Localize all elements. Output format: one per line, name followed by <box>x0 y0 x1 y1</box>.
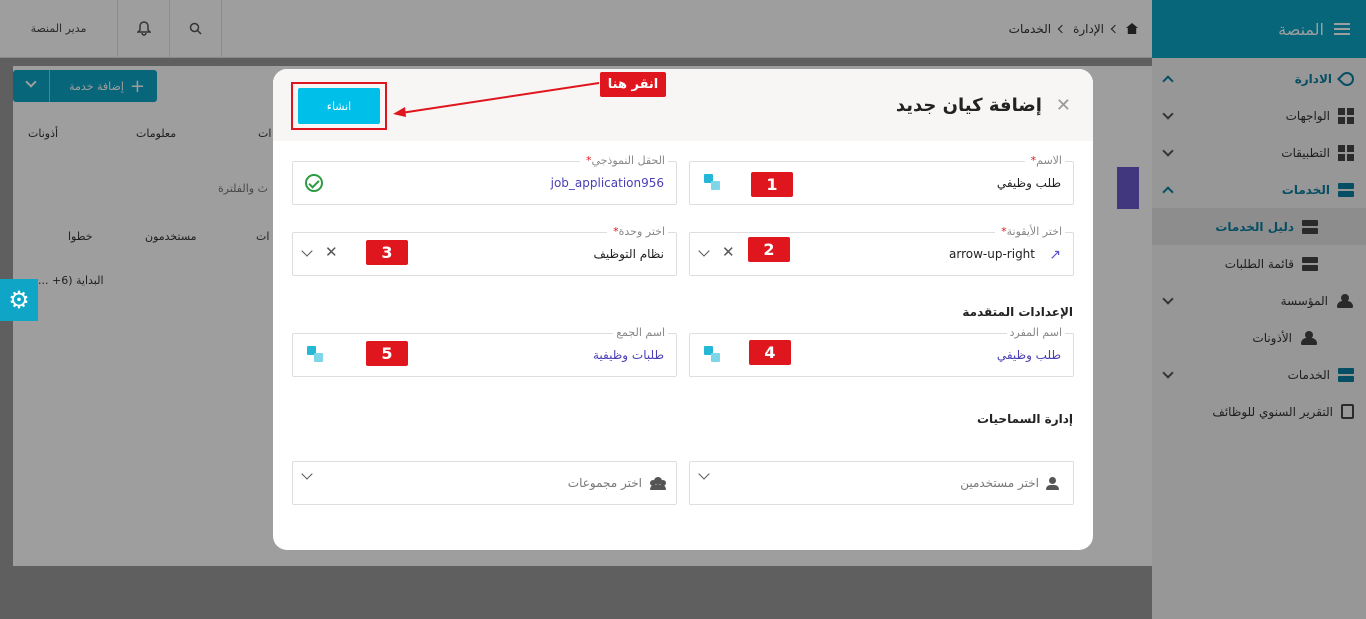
annotation-callout: انقر هنا <box>600 72 666 97</box>
field-label: الحقل النموذجي* <box>579 154 668 167</box>
section-title-advanced: الإعدادات المتقدمة <box>962 305 1073 319</box>
name-value: طلب وظيفي <box>996 176 1061 190</box>
add-entity-dialog: ✕ إضافة كيان جديد انشاء انقر هنا الاسم* … <box>273 69 1093 550</box>
translate-icon[interactable] <box>307 346 323 362</box>
icon-value: arrow-up-right <box>949 247 1035 261</box>
field-label: اسم الجمع <box>613 326 668 339</box>
clear-icon[interactable]: ✕ <box>325 245 338 260</box>
chevron-down-icon[interactable] <box>301 244 313 257</box>
annotation-badge: 5 <box>366 341 408 366</box>
model-field[interactable]: الحقل النموذجي* job_application956 <box>292 154 677 205</box>
annotation-highlight: انشاء <box>291 82 387 130</box>
check-circle-icon <box>305 174 323 192</box>
translate-icon[interactable] <box>704 346 720 362</box>
gear-icon[interactable]: ⚙ <box>0 279 38 321</box>
section-title-permissions: إدارة السماحيات <box>976 412 1073 426</box>
annotation-arrow <box>393 82 600 117</box>
singular-value: طلب وظيفي <box>996 348 1061 362</box>
plural-name-field[interactable]: اسم الجمع طلبات وظيفية <box>292 326 677 377</box>
annotation-badge: 4 <box>749 340 791 365</box>
plural-value: طلبات وظيفية <box>592 348 664 362</box>
field-label: اسم المفرد <box>1006 326 1065 339</box>
annotation-badge: 1 <box>751 172 793 197</box>
users-placeholder: اختر مستخدمين <box>960 476 1039 490</box>
annotation-badge: 2 <box>748 237 790 262</box>
sidebar-backdrop <box>1152 0 1366 619</box>
users-select[interactable]: اختر مستخدمين <box>689 461 1074 505</box>
field-label: اختر وحدة* <box>607 225 668 238</box>
arrow-up-right-icon: ↗ <box>1049 247 1061 263</box>
dialog-header: ✕ إضافة كيان جديد انشاء انقر هنا <box>273 69 1093 141</box>
groups-placeholder: اختر مجموعات <box>567 476 642 490</box>
chevron-down-icon[interactable] <box>301 468 313 480</box>
name-field[interactable]: الاسم* طلب وظيفي <box>689 154 1074 205</box>
singular-name-field[interactable]: اسم المفرد طلب وظيفي <box>689 326 1074 377</box>
groups-select[interactable]: اختر مجموعات <box>292 461 677 505</box>
icon-select[interactable]: اختر الأيقونة* ↗ arrow-up-right ✕ <box>689 225 1074 276</box>
unit-value: نظام التوظيف <box>593 247 665 261</box>
close-icon[interactable]: ✕ <box>1056 95 1071 116</box>
unit-select[interactable]: اختر وحدة* نظام التوظيف ✕ <box>292 225 677 276</box>
chevron-down-icon[interactable] <box>698 468 710 480</box>
sidebar: المنصة الادارة الواجهات التطبيقات الخدما… <box>1152 0 1366 619</box>
chevron-down-icon[interactable] <box>698 244 710 257</box>
annotation-badge: 3 <box>366 240 408 265</box>
user-icon <box>1046 477 1059 490</box>
translate-icon[interactable] <box>704 174 720 190</box>
clear-icon[interactable]: ✕ <box>722 245 735 260</box>
field-label: الاسم* <box>1024 154 1065 167</box>
create-button[interactable]: انشاء <box>298 88 380 124</box>
group-icon <box>650 477 666 490</box>
model-field-value: job_application956 <box>550 176 664 190</box>
field-label: اختر الأيقونة* <box>995 225 1065 238</box>
